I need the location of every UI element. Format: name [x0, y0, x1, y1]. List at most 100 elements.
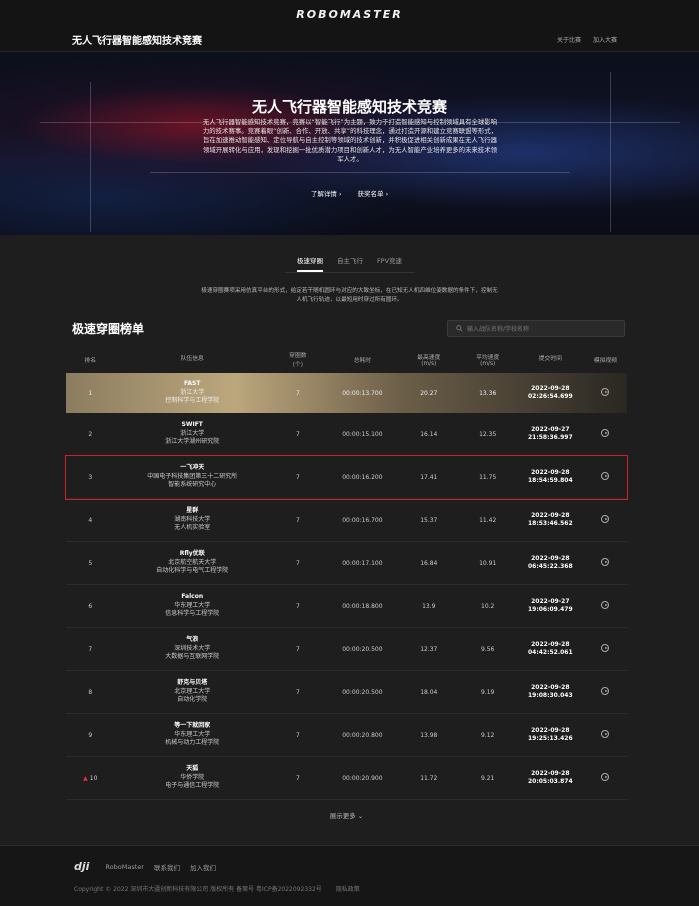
team-name: 等一下就回家	[174, 722, 211, 730]
col-avg-speed: 平均速度 (m/s)	[476, 354, 500, 367]
col-video: 模拟视频	[593, 357, 618, 364]
learn-more-link[interactable]: 了解详情 ›	[311, 188, 342, 198]
total-time: 00:00:20.500	[342, 688, 383, 696]
total-time: 00:00:17.100	[342, 559, 383, 567]
footer-link-contact[interactable]: 联系我们	[154, 862, 180, 872]
rank-cell: 1	[66, 390, 115, 397]
nav-title[interactable]: 无人飞行器智能感知技术竞赛	[72, 32, 202, 47]
team-school: 华东理工大学	[174, 601, 211, 609]
play-video-icon[interactable]	[601, 644, 610, 652]
tab-speed-ring[interactable]: 极速穿圈	[296, 255, 323, 272]
play-video-icon[interactable]	[601, 687, 610, 695]
video-cell	[584, 773, 627, 783]
rank-value: 8	[88, 688, 93, 696]
total-time: 00:00:16.700	[342, 516, 383, 524]
submit-date: 2022-09-28	[531, 726, 570, 734]
play-video-icon[interactable]	[601, 515, 610, 523]
rank-cell: 9	[66, 732, 115, 739]
play-video-icon[interactable]	[601, 730, 610, 738]
table-header: 排名 队伍信息 穿圈数 (个) 总耗时 最高速度 (m/s) 平均速度 (m/s…	[66, 345, 627, 373]
team-dept: 自动化科学与电气工程学院	[156, 567, 229, 575]
table-row: 9 等一下就回家 华东理工大学 机械与动力工程学院 7 00:00:20.800 13.98…	[66, 714, 627, 757]
avg-speed: 10.91	[479, 559, 497, 567]
footer-link-robomaster[interactable]: RoboMaster	[105, 863, 144, 871]
team-name: FAST	[183, 380, 201, 388]
video-cell	[584, 429, 627, 439]
table-row: 6 Falcon 华东理工大学 信息科学与工程学院 7 00:00:18.800 13.9 1…	[66, 585, 627, 628]
submit-time: 2022-09-28 18:53:46.562	[517, 512, 584, 529]
play-video-icon[interactable]	[601, 388, 610, 396]
nav-link-join[interactable]: 加入大赛	[593, 35, 617, 44]
team-name: 舒克与贝塔	[177, 679, 208, 687]
nav-bar: 无人飞行器智能感知技术竞赛 关于比赛 加入大赛	[0, 28, 699, 52]
total-time: 00:00:20.500	[342, 645, 383, 653]
table-row: 3 一飞冲天 中国电子科技集团第三十二研究所 智能系统研究中心 7 00:00:16.20…	[65, 455, 628, 500]
rank-value: 9	[88, 731, 93, 739]
team-dept: 信息科学与工程学院	[165, 610, 220, 618]
privacy-link[interactable]: 隐私政策	[336, 884, 360, 893]
video-cell	[584, 558, 627, 568]
rank-cell: 6	[66, 603, 115, 610]
robomaster-logo[interactable]: ROBOMASTER	[296, 8, 402, 21]
hero-banner: 无人飞行器智能感知技术竞赛 无人飞行器智能感知技术竞赛，竞赛以“智能飞行”为主题…	[0, 52, 699, 235]
submit-time: 2022-09-27 19:06:09.479	[517, 598, 584, 615]
show-more-button[interactable]: 展示更多 ⌄	[66, 810, 627, 820]
rank-value: 4	[88, 516, 93, 524]
submit-date: 2022-09-28	[531, 683, 570, 691]
play-video-icon[interactable]	[601, 601, 610, 609]
rank-value: 10	[89, 774, 98, 782]
submit-clock: 02:26:54.699	[528, 393, 573, 400]
play-video-icon[interactable]	[601, 558, 610, 566]
team-dept: 机械与动力工程学院	[165, 739, 220, 747]
tabs-divider	[284, 272, 415, 273]
team-cell: FAST 浙江大学 控制科学与工程学院	[115, 380, 270, 406]
col-submit-time: 提交时间	[538, 355, 562, 362]
footer-link-join[interactable]: 加入我们	[190, 862, 216, 872]
team-dept: 大数据与互联网学院	[165, 653, 220, 661]
tab-autonomous[interactable]: 自主飞行	[337, 255, 363, 272]
hero-title: 无人飞行器智能感知技术竞赛	[251, 98, 447, 116]
avg-speed: 9.19	[481, 688, 495, 696]
table-row: 7 气浪 深圳技术大学 大数据与互联网学院 7 00:00:20.500 12.37 9.56…	[66, 628, 627, 671]
video-cell	[584, 730, 627, 740]
event-tabs: 极速穿圈 自主飞行 FPV竞速	[0, 255, 699, 272]
submit-clock: 19:06:09.479	[528, 606, 573, 613]
tab-fpv[interactable]: FPV竞速	[377, 255, 402, 272]
video-cell	[584, 687, 627, 697]
play-video-icon[interactable]	[601, 429, 610, 437]
dji-logo[interactable]: dji	[74, 860, 89, 873]
search-box[interactable]: 输入战队名称/学校名称	[447, 320, 625, 337]
team-name: Rfly优联	[179, 550, 205, 558]
ring-count: 7	[295, 516, 300, 524]
team-dept: 控制科学与工程学院	[165, 397, 220, 405]
team-dept: 无人机实验室	[174, 524, 211, 532]
submit-date: 2022-09-28	[531, 640, 570, 648]
team-name: SWIFT	[181, 421, 203, 429]
play-video-icon[interactable]	[601, 773, 610, 781]
col-count: 穿圈数 (个)	[289, 353, 307, 368]
max-speed: 13.98	[420, 731, 438, 739]
team-school: 深圳技术大学	[174, 644, 211, 652]
team-dept: 智能系统研究中心	[168, 481, 217, 489]
col-time: 总耗时	[353, 357, 372, 364]
avg-speed: 9.56	[481, 645, 495, 653]
table-body: 1 FAST 浙江大学 控制科学与工程学院 7 00:00:13.700 20.27 13.3…	[65, 373, 628, 800]
play-video-icon[interactable]	[601, 472, 610, 480]
submit-time: 2022-09-28 04:42:52.061	[517, 641, 584, 658]
nav-link-about[interactable]: 关于比赛	[557, 35, 581, 44]
top-logo-bar: ROBOMASTER	[0, 0, 699, 28]
submit-clock: 18:54:59.804	[528, 477, 573, 484]
col-rank: 排名	[84, 357, 97, 364]
ring-count: 7	[295, 389, 300, 397]
submit-time: 2022-09-27 21:58:36.997	[517, 426, 584, 443]
nav-links: 关于比赛 加入大赛	[557, 35, 617, 44]
leaderboard-table: 排名 队伍信息 穿圈数 (个) 总耗时 最高速度 (m/s) 平均速度 (m/s…	[65, 345, 628, 820]
winners-link[interactable]: 获奖名单 ›	[358, 188, 389, 198]
leaderboard-header: 极速穿圈榜单 输入战队名称/学校名称	[72, 320, 625, 337]
team-cell: 天狐 华侨学院 电子与通信工程学院	[115, 765, 270, 791]
rank-cell: 3	[66, 474, 115, 481]
hero-links: 了解详情 › 获奖名单 ›	[0, 188, 699, 198]
rank-up-icon: ▲	[83, 774, 88, 782]
avg-speed: 11.75	[479, 473, 497, 481]
ring-count: 7	[295, 645, 300, 653]
